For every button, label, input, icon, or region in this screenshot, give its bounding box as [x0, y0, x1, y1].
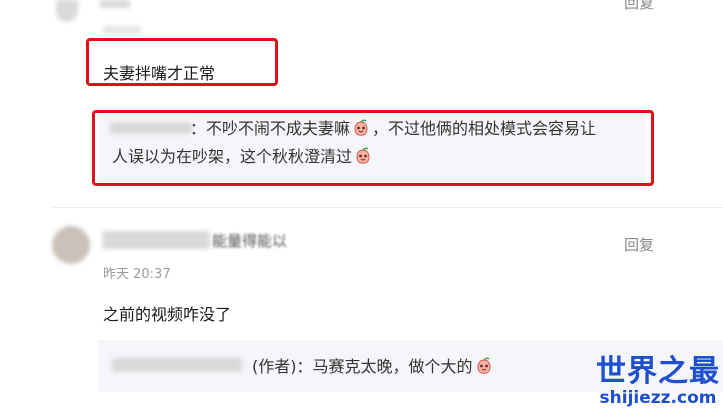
- comment-timestamp: 昨天 20:37: [103, 267, 171, 282]
- watermark: 世界之最 shijiezz.com: [596, 346, 720, 408]
- comment-text: 之前的视频咋没了: [103, 305, 232, 324]
- username-blurred: [102, 231, 210, 249]
- quote-text-line2: 人误以为在吵架，这个秋秋澄清过: [112, 147, 353, 166]
- username-blurred: [100, 0, 130, 8]
- reply-button[interactable]: 回复: [624, 234, 654, 255]
- reply-button[interactable]: 回复: [624, 0, 654, 13]
- username-suffix: 能量得能以: [212, 232, 288, 250]
- reply-quote-text-line2: 人误以为在吵架，这个秋秋澄清过: [112, 142, 374, 172]
- quote-text-part2: ，不过他俩的相处模式会容易让: [372, 119, 597, 138]
- divider: [52, 207, 723, 208]
- reply-username-blurred: [112, 358, 242, 372]
- peach-emoji-icon: [354, 119, 368, 136]
- avatar-blurred: [56, 0, 78, 22]
- author-tag: (作者): [252, 357, 297, 376]
- quote-reply-text: ：马赛克太晚，做个大的: [296, 357, 473, 376]
- watermark-url: shijiezz.com: [599, 388, 717, 408]
- peach-emoji-icon: [477, 357, 490, 374]
- comment-text: 夫妻拌嘴才正常: [103, 64, 216, 83]
- avatar-blurred: [52, 226, 90, 264]
- reply-quote-text: ：不吵不闹不成夫妻嘛 ，不过他俩的相处模式会容易让: [190, 114, 630, 144]
- reply-username-blurred: [110, 122, 192, 134]
- quote-text-part1: ：不吵不闹不成夫妻嘛: [190, 119, 351, 138]
- watermark-title: 世界之最: [596, 354, 720, 389]
- timestamp-blurred: [103, 26, 141, 34]
- reply-quote-text: (作者)：马赛克太晚，做个大的: [252, 352, 495, 382]
- peach-emoji-icon: [356, 147, 370, 164]
